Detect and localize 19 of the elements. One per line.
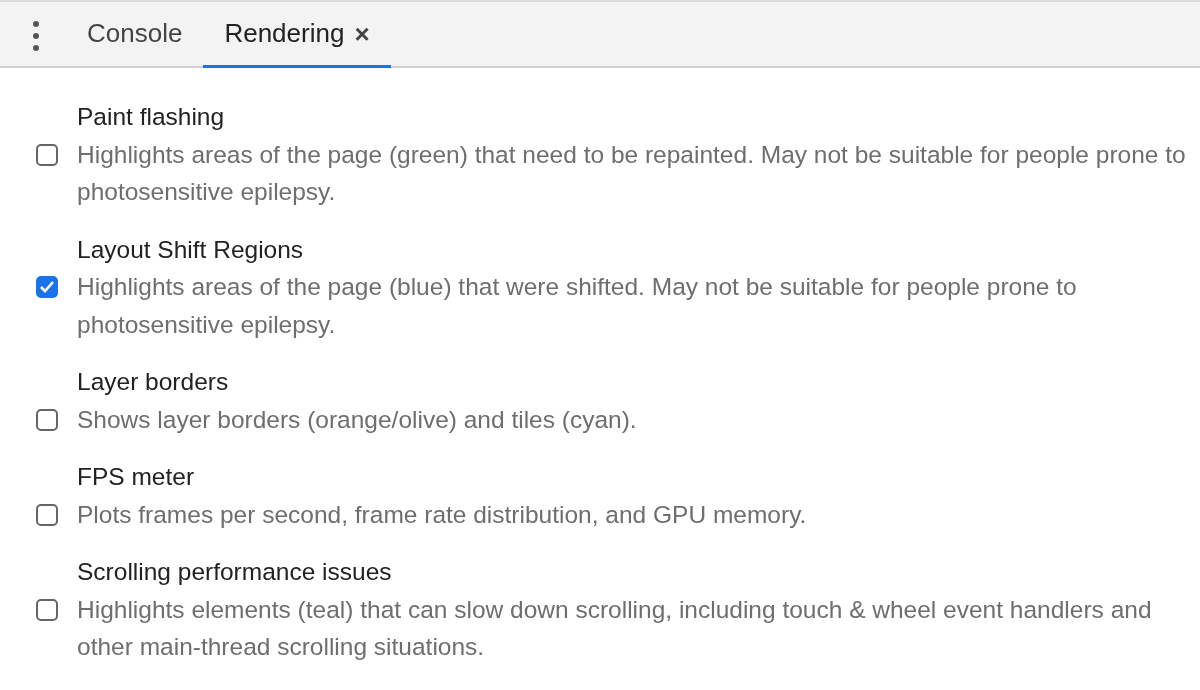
checkbox[interactable] [36,276,58,298]
checkmark-icon [39,280,55,294]
option-title: Layout Shift Regions [77,234,305,265]
tab[interactable]: Rendering × [203,2,391,68]
tab[interactable]: Console [66,2,204,68]
option-description: Highlights elements (teal) that can slow down scrolling, including touch & wheel event handlers and other main-thread scrolling situations. [77,594,1153,662]
option-description: Highlights areas of the page (blue) that were shifted. May not be suitable for people prone to photosensitive epilepsy. [77,272,1078,340]
option-description: Plots frames per second, frame rate distribution, and GPU memory. [77,499,808,530]
option-title: FPS meter [77,462,196,492]
option-title: Scrolling performance issues [77,557,393,587]
close-button[interactable]: × [354,20,370,47]
option-description: Shows layer borders (orange/olive) and tiles (cyan). [77,404,638,435]
option-description: Highlights areas of the page (green) that need to be repainted. May not be suitable for people prone to photosensitive epilepsy. [77,139,1187,207]
checkbox[interactable] [36,408,58,431]
checkbox[interactable] [36,503,58,526]
option-title: Paint flashing [77,102,226,132]
option-title: Layer borders [77,367,230,397]
checkbox[interactable] [36,598,58,621]
checkbox[interactable] [36,143,58,166]
